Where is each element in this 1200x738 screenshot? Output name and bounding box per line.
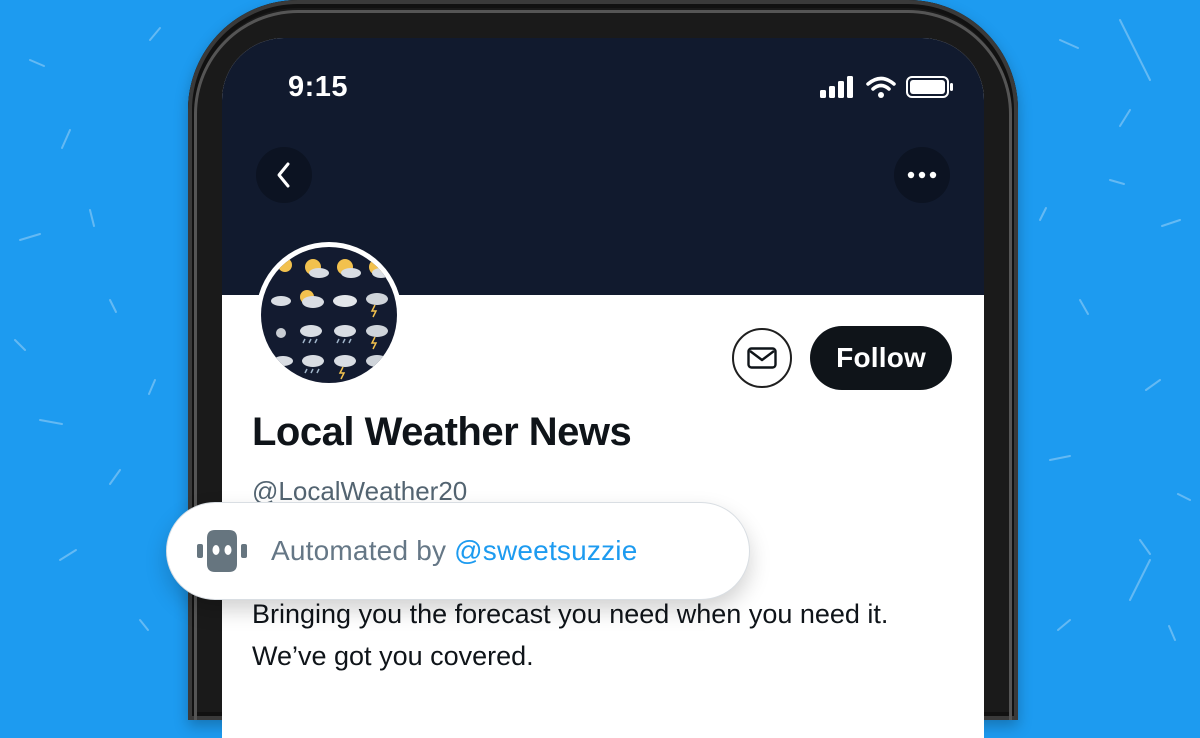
status-icons	[820, 76, 954, 98]
status-time: 9:15	[288, 71, 349, 103]
phone-screen: 9:15 Follow Local Weather News @LocalWea…	[222, 38, 984, 738]
signal-icon	[820, 76, 853, 98]
back-button[interactable]	[256, 147, 312, 203]
automated-prefix: Automated by	[271, 535, 455, 566]
wifi-icon	[866, 76, 896, 98]
profile-bio: Bringing you the forecast you need when …	[252, 599, 889, 671]
follow-button[interactable]: Follow	[810, 326, 952, 390]
profile-display-name: Local Weather News	[252, 410, 632, 454]
more-options-button[interactable]	[894, 147, 950, 203]
profile-actions: Follow	[732, 326, 952, 390]
chevron-left-icon	[277, 162, 290, 188]
more-horizontal-icon	[907, 171, 937, 179]
battery-icon	[906, 76, 953, 98]
avatar[interactable]	[256, 242, 402, 388]
weather-icons-grid	[261, 247, 397, 383]
robot-icon	[197, 530, 247, 572]
automated-text: Automated by @sweetsuzzie	[271, 535, 638, 567]
automated-label: Automated by @sweetsuzzie	[166, 502, 750, 600]
envelope-icon	[747, 347, 777, 369]
automated-account-link[interactable]: @sweetsuzzie	[454, 535, 637, 566]
message-button[interactable]	[732, 328, 793, 388]
